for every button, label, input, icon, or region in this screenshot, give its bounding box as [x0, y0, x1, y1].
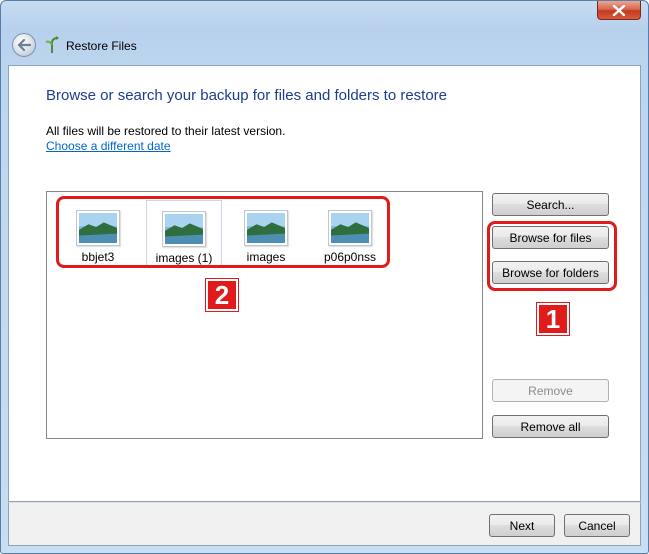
highlight-frame-files	[56, 196, 390, 268]
annotation-badge-1: 1	[537, 303, 569, 335]
restore-files-icon	[45, 36, 61, 54]
search-button[interactable]: Search...	[492, 193, 609, 216]
close-icon	[612, 4, 626, 16]
remove-button[interactable]: Remove	[492, 379, 609, 402]
window-title: Restore Files	[66, 39, 137, 53]
choose-date-link[interactable]: Choose a different date	[46, 139, 171, 153]
page-heading: Browse or search your backup for files a…	[46, 87, 448, 104]
next-button[interactable]: Next	[489, 514, 555, 537]
cancel-button[interactable]: Cancel	[564, 514, 630, 537]
back-arrow-icon	[17, 39, 31, 51]
highlight-frame-browse	[487, 221, 617, 291]
restore-version-note: All files will be restored to their late…	[46, 124, 286, 138]
close-button[interactable]	[597, 1, 641, 20]
annotation-badge-2: 2	[206, 279, 238, 311]
back-button[interactable]	[12, 33, 36, 57]
remove-all-button[interactable]: Remove all	[492, 415, 609, 438]
